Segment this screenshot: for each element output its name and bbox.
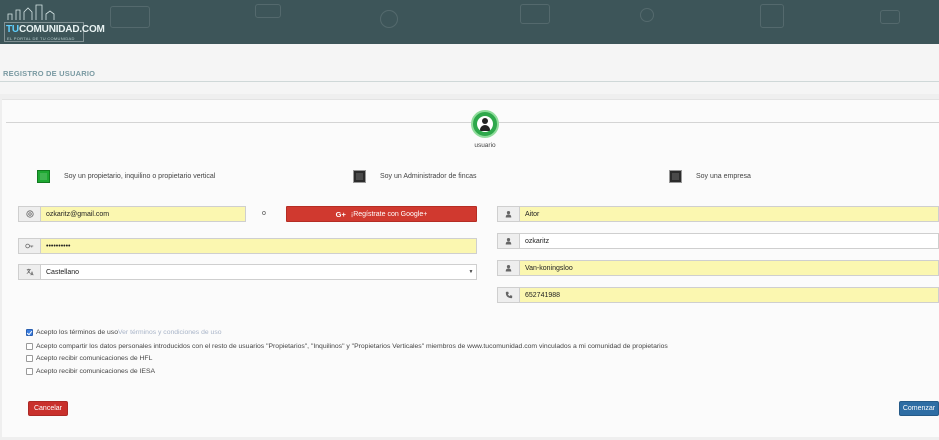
language-icon xyxy=(19,265,41,279)
user-icon-head xyxy=(482,118,488,124)
consent-iesa-label: Acepto recibir comunicaciones de IESA xyxy=(36,367,156,375)
role-label-company: Soy una empresa xyxy=(696,172,751,180)
first-name-input[interactable]: Aitor xyxy=(520,207,938,221)
decor-shape xyxy=(110,6,150,28)
last-name-1-field[interactable]: ozkaritz xyxy=(497,233,939,249)
email-field[interactable]: ozkaritz@gmail.com xyxy=(18,206,246,222)
decor-shape xyxy=(380,10,398,28)
password-field[interactable]: •••••••••• xyxy=(18,238,477,254)
top-bar: TUCOMUNIDAD.COM EL PORTAL DE TU COMUNIDA… xyxy=(0,0,939,44)
phone-field[interactable]: 652741988 xyxy=(497,287,939,303)
decor-shape xyxy=(255,4,281,18)
decor-shape xyxy=(640,8,654,22)
at-icon xyxy=(19,207,41,221)
user-icon-body xyxy=(480,125,490,131)
user-icon-inner xyxy=(477,116,493,132)
consent-share-data-label: Acepto compartir los datos personales in… xyxy=(36,342,668,350)
consent-hfl-checkbox[interactable] xyxy=(26,354,33,362)
google-signup-button[interactable]: G+ ¡Regístrate con Google+ xyxy=(286,206,477,222)
last-name-1-input[interactable]: ozkaritz xyxy=(520,234,938,248)
consent-hfl-label: Acepto recibir comunicaciones de HFL xyxy=(36,354,153,362)
decor-shape xyxy=(880,10,900,24)
user-icon xyxy=(498,261,520,275)
consent-share-data[interactable]: Acepto compartir los datos personales in… xyxy=(26,341,668,351)
consent-iesa[interactable]: Acepto recibir comunicaciones de IESA xyxy=(26,366,155,376)
logo-rest: COMUNIDAD.COM xyxy=(18,24,105,35)
start-button[interactable]: Comenzar xyxy=(899,401,939,416)
header-divider xyxy=(0,81,939,82)
profile-label: usuario xyxy=(474,142,496,149)
consent-hfl[interactable]: Acepto recibir comunicaciones de HFL xyxy=(26,353,152,363)
consent-iesa-checkbox[interactable] xyxy=(26,367,33,375)
logo-skyline-icon xyxy=(7,4,55,20)
decor-shape xyxy=(520,4,550,24)
role-checkbox-administrator[interactable] xyxy=(353,169,366,183)
google-plus-icon: G+ xyxy=(335,209,346,219)
site-logo[interactable]: TUCOMUNIDAD.COM EL PORTAL DE TU COMUNIDA… xyxy=(4,2,105,42)
phone-input[interactable]: 652741988 xyxy=(520,288,938,302)
role-option-owner[interactable]: Soy un propietario, inquilino o propieta… xyxy=(37,169,215,183)
user-icon xyxy=(498,234,520,248)
user-icon xyxy=(471,110,499,138)
cancel-button[interactable]: Cancelar xyxy=(28,401,68,416)
logo-tagline: EL PORTAL DE TU COMUNIDAD xyxy=(7,36,75,41)
chevron-down-icon[interactable]: ▼ xyxy=(466,265,476,279)
consent-terms-checkbox[interactable] xyxy=(26,328,33,336)
last-name-2-input[interactable]: Van-koningsloo xyxy=(520,261,938,275)
user-icon xyxy=(498,207,520,221)
role-checkbox-company[interactable] xyxy=(669,169,682,183)
role-option-administrator[interactable]: Soy un Administrador de fincas xyxy=(353,169,477,183)
email-input[interactable]: ozkaritz@gmail.com xyxy=(41,207,245,221)
consent-terms-label: Acepto los términos de usoVer términos y… xyxy=(36,329,222,336)
language-select-value: Castellano xyxy=(46,268,80,276)
page-header: REGISTRO DE USUARIO xyxy=(0,44,939,94)
key-icon xyxy=(19,239,41,253)
logo-wordmark: TUCOMUNIDAD.COM xyxy=(6,24,105,35)
or-separator: o xyxy=(262,210,266,217)
decor-shape xyxy=(760,4,784,28)
terms-link[interactable]: Ver términos y condiciones de uso xyxy=(118,329,222,336)
last-name-2-field[interactable]: Van-koningsloo xyxy=(497,260,939,276)
phone-icon xyxy=(498,288,520,302)
password-input[interactable]: •••••••••• xyxy=(41,239,476,253)
role-label-owner: Soy un propietario, inquilino o propieta… xyxy=(64,172,216,180)
consent-share-data-checkbox[interactable] xyxy=(26,342,33,350)
language-select[interactable]: Castellano ▼ xyxy=(18,264,477,280)
page-title: REGISTRO DE USUARIO xyxy=(3,69,96,78)
role-label-administrator: Soy un Administrador de fincas xyxy=(380,172,477,180)
consent-terms-text: Acepto los términos de uso xyxy=(36,328,118,336)
role-option-company[interactable]: Soy una empresa xyxy=(669,169,751,183)
logo-prefix: TU xyxy=(6,24,19,35)
first-name-field[interactable]: Aitor xyxy=(497,206,939,222)
consent-terms[interactable]: Acepto los términos de usoVer términos y… xyxy=(26,327,222,337)
google-signup-label: ¡Regístrate con Google+ xyxy=(350,210,428,218)
role-checkbox-owner[interactable] xyxy=(37,169,50,183)
